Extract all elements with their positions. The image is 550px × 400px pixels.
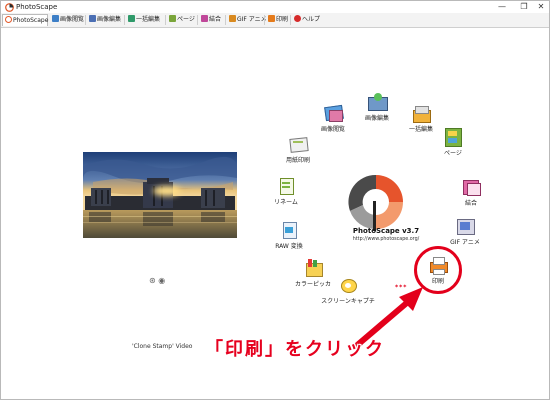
color-picker-icon: [303, 259, 323, 277]
tab-divider: [264, 15, 265, 25]
tab-divider: [85, 15, 86, 25]
tab-gif[interactable]: GIF アニメ: [227, 14, 267, 26]
editor-icon: [367, 93, 388, 111]
tab-label: ページ: [177, 16, 195, 23]
gif-icon: [455, 217, 475, 235]
photoscape-logo-icon: [5, 3, 14, 12]
batch-icon: [411, 104, 431, 123]
viewer-icon: [52, 15, 59, 22]
tab-label: 印刷: [276, 16, 289, 23]
tab-divider: [197, 15, 198, 25]
page-icon: [443, 128, 463, 147]
window-title: PhotoScape: [16, 3, 58, 11]
tab-label: GIF アニメ: [237, 16, 267, 23]
featured-photo[interactable]: [83, 152, 237, 238]
batch-icon: [128, 15, 135, 22]
tab-label: 一括編集: [136, 16, 161, 23]
tab-bar: PhotoScape 画像閲覧 画像編集 一括編集 ページ 結合 GIF アニメ…: [1, 13, 549, 28]
menu-label: GIF アニメ: [450, 239, 480, 246]
menu-label: 結合: [464, 200, 477, 207]
tab-label: 画像編集: [97, 16, 122, 23]
app-version-title: PhotoScape v3.7: [352, 227, 420, 235]
rename-icon: [276, 177, 296, 195]
menu-paper-print[interactable]: 用紙印刷: [268, 135, 328, 164]
tab-label: 画像閲覧: [60, 16, 85, 23]
tab-label: PhotoScape: [13, 17, 49, 24]
video-caption[interactable]: 'Clone Stamp' Video: [132, 343, 192, 350]
restore-button[interactable]: ❐: [515, 1, 533, 13]
tab-divider: [165, 15, 166, 25]
website-link[interactable]: http://www.photoscape.org/: [339, 237, 433, 242]
menu-label: 用紙印刷: [285, 157, 310, 164]
photoscape-center-logo-icon[interactable]: [343, 171, 409, 233]
app-window: PhotoScape — ❐ ✕ PhotoScape 画像閲覧 画像編集 一括…: [0, 0, 550, 400]
tab-divider: [124, 15, 125, 25]
viewer-icon: [323, 104, 344, 122]
photoscape-logo-icon: [5, 16, 12, 23]
minimize-button[interactable]: —: [493, 1, 511, 13]
page-icon: [169, 15, 176, 22]
tab-viewer[interactable]: 画像閲覧: [50, 14, 84, 26]
tab-print[interactable]: 印刷: [266, 14, 288, 26]
menu-label: 画像閲覧: [320, 126, 345, 133]
gif-icon: [229, 15, 236, 22]
print-icon: [268, 15, 275, 22]
tab-batch[interactable]: 一括編集: [126, 14, 160, 26]
menu-gif[interactable]: GIF アニメ: [435, 217, 495, 246]
combine-icon: [461, 178, 481, 196]
editor-icon: [89, 15, 96, 22]
sun-glow: [153, 186, 181, 196]
menu-page[interactable]: ページ: [423, 128, 483, 157]
eye-icon[interactable]: ◉: [158, 276, 165, 285]
menu-color-picker[interactable]: カラーピッカ: [283, 259, 343, 288]
tab-editor[interactable]: 画像編集: [87, 14, 121, 26]
menu-label: RAW 変換: [275, 243, 303, 250]
menu-label: カラーピッカ: [294, 281, 331, 288]
combine-icon: [201, 15, 208, 22]
tab-combine[interactable]: 結合: [199, 14, 221, 26]
tab-divider: [290, 15, 291, 25]
tab-photoscape[interactable]: PhotoScape: [2, 14, 48, 26]
tab-page[interactable]: ページ: [167, 14, 195, 26]
menu-raw[interactable]: RAW 変換: [259, 221, 319, 250]
tab-label: 結合: [209, 16, 222, 23]
slideshow-controls[interactable]: ⊛ ◉: [149, 276, 165, 285]
title-bar: PhotoScape — ❐ ✕: [1, 1, 549, 13]
play-icon[interactable]: ⊛: [149, 276, 156, 285]
help-icon: [294, 15, 301, 22]
tab-help[interactable]: ヘルプ: [292, 14, 320, 26]
tab-label: ヘルプ: [302, 16, 321, 23]
tab-divider: [225, 15, 226, 25]
menu-label: リネーム: [274, 199, 298, 206]
paper-print-icon: [288, 135, 309, 153]
menu-rename[interactable]: リネーム: [256, 177, 316, 206]
menu-label: ページ: [444, 150, 462, 157]
close-button[interactable]: ✕: [532, 1, 550, 13]
click-instruction: 「印刷」をクリック: [205, 339, 385, 360]
menu-combine[interactable]: 結合: [441, 178, 501, 207]
raw-converter-icon: [279, 221, 299, 239]
